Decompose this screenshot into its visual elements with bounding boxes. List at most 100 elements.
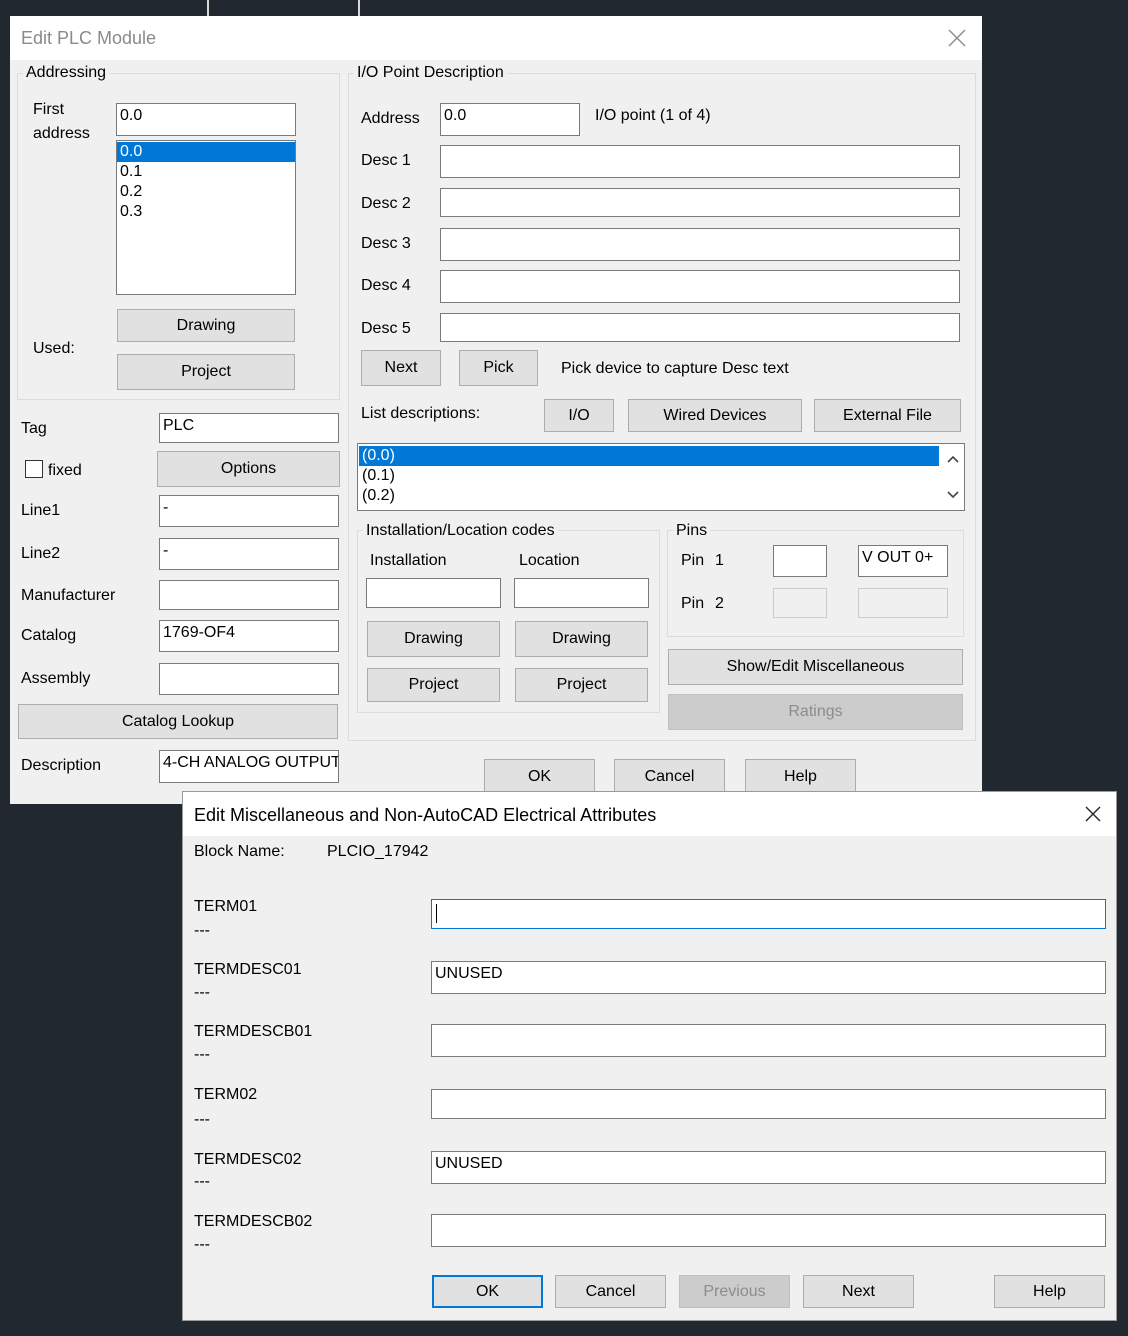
close-icon[interactable] bbox=[947, 28, 967, 48]
attribute-sub: --- bbox=[194, 1173, 210, 1190]
attribute-sub: --- bbox=[194, 984, 210, 1001]
description-list-item[interactable]: (0.1) bbox=[359, 466, 964, 486]
installation-input[interactable] bbox=[366, 578, 501, 608]
pin2-label: Pin bbox=[681, 595, 705, 612]
attribute-value-input[interactable]: UNUSED bbox=[431, 961, 1106, 994]
installation-label: Installation bbox=[370, 552, 447, 569]
plc-cancel-button[interactable]: Cancel bbox=[614, 759, 725, 795]
desc3-input[interactable] bbox=[440, 228, 960, 261]
desc1-input[interactable] bbox=[440, 145, 960, 178]
description-list-item[interactable]: (0.0) bbox=[359, 446, 939, 466]
misc-help-button[interactable]: Help bbox=[994, 1275, 1105, 1308]
desc4-label: Desc 4 bbox=[361, 277, 411, 294]
address-list-item[interactable]: 0.2 bbox=[117, 182, 295, 202]
title-bar: Edit Miscellaneous and Non-AutoCAD Elect… bbox=[183, 792, 1116, 836]
desc5-input[interactable] bbox=[440, 313, 960, 342]
manufacturer-input[interactable] bbox=[159, 580, 339, 610]
show-edit-miscellaneous-button[interactable]: Show/Edit Miscellaneous bbox=[668, 649, 963, 685]
pins-group-label: Pins bbox=[673, 522, 711, 540]
attribute-value-input[interactable]: UNUSED bbox=[431, 1151, 1106, 1184]
installation-drawing-button[interactable]: Drawing bbox=[367, 621, 500, 657]
first-address-input[interactable]: 0.0 bbox=[116, 103, 296, 136]
attribute-name: TERM02 bbox=[194, 1086, 258, 1103]
plc-help-button[interactable]: Help bbox=[745, 759, 856, 795]
attribute-value-input[interactable] bbox=[431, 1214, 1106, 1247]
catalog-lookup-button[interactable]: Catalog Lookup bbox=[18, 704, 338, 739]
plc-ok-button[interactable]: OK bbox=[484, 759, 595, 795]
desc2-input[interactable] bbox=[440, 188, 960, 217]
options-button[interactable]: Options bbox=[157, 451, 340, 487]
pin2-input bbox=[773, 588, 827, 618]
installation-location-label: Installation/Location codes bbox=[363, 522, 558, 540]
used-project-button[interactable]: Project bbox=[117, 354, 295, 390]
block-name-value: PLCIO_17942 bbox=[327, 843, 429, 860]
description-input[interactable]: 4-CH ANALOG OUTPUT bbox=[159, 750, 339, 783]
pin1-number: 1 bbox=[715, 552, 724, 569]
location-project-button[interactable]: Project bbox=[515, 668, 648, 702]
pin2-desc-input bbox=[858, 588, 948, 618]
io-address-input[interactable]: 0.0 bbox=[440, 103, 580, 136]
misc-cancel-button[interactable]: Cancel bbox=[555, 1275, 666, 1308]
pin1-label: Pin bbox=[681, 552, 705, 569]
dialog-title: Edit Miscellaneous and Non-AutoCAD Elect… bbox=[194, 805, 657, 825]
close-icon[interactable] bbox=[1083, 804, 1103, 824]
attribute-name: TERMDESCB02 bbox=[194, 1213, 313, 1230]
installation-project-button[interactable]: Project bbox=[367, 668, 500, 702]
location-drawing-button[interactable]: Drawing bbox=[515, 621, 648, 657]
line1-input[interactable]: - bbox=[159, 495, 339, 527]
address-list-item[interactable]: 0.3 bbox=[117, 202, 295, 222]
assembly-input[interactable] bbox=[159, 663, 339, 695]
attribute-value-input[interactable] bbox=[431, 1024, 1106, 1057]
misc-next-button[interactable]: Next bbox=[803, 1275, 914, 1308]
attribute-name: TERMDESC02 bbox=[194, 1151, 302, 1168]
scroll-up-icon[interactable] bbox=[945, 451, 961, 467]
cad-line bbox=[207, 0, 209, 16]
scroll-down-icon[interactable] bbox=[945, 487, 961, 503]
description-listbox[interactable]: (0.0) (0.1) (0.2) bbox=[357, 443, 965, 511]
attribute-sub: --- bbox=[194, 1111, 210, 1128]
pin1-desc-input[interactable]: V OUT 0+ bbox=[858, 545, 948, 577]
fixed-checkbox[interactable] bbox=[25, 460, 43, 478]
next-desc-button[interactable]: Next bbox=[361, 350, 441, 386]
cad-line bbox=[358, 0, 360, 16]
first-address-label-2: address bbox=[33, 125, 90, 142]
external-file-button[interactable]: External File bbox=[814, 399, 961, 432]
pin2-number: 2 bbox=[715, 595, 724, 612]
desc5-label: Desc 5 bbox=[361, 320, 411, 337]
description-list-item[interactable]: (0.2) bbox=[359, 486, 964, 506]
text-cursor bbox=[436, 904, 437, 923]
pick-button[interactable]: Pick bbox=[459, 350, 538, 386]
attribute-sub: --- bbox=[194, 1236, 210, 1253]
line2-input[interactable]: - bbox=[159, 538, 339, 570]
catalog-label: Catalog bbox=[21, 627, 77, 644]
desc3-label: Desc 3 bbox=[361, 235, 411, 252]
catalog-input[interactable]: 1769-OF4 bbox=[159, 620, 339, 652]
pick-hint: Pick device to capture Desc text bbox=[561, 360, 789, 377]
first-address-label-1: First bbox=[33, 101, 65, 118]
fixed-label: fixed bbox=[48, 462, 82, 479]
location-input[interactable] bbox=[514, 578, 649, 608]
used-label: Used: bbox=[33, 340, 75, 357]
line2-label: Line2 bbox=[21, 545, 61, 562]
misc-previous-button: Previous bbox=[679, 1275, 790, 1308]
pin1-input[interactable] bbox=[773, 545, 827, 577]
wired-devices-button[interactable]: Wired Devices bbox=[628, 399, 802, 432]
manufacturer-label: Manufacturer bbox=[21, 587, 116, 604]
attribute-name: TERM01 bbox=[194, 898, 258, 915]
io-point-count: I/O point (1 of 4) bbox=[595, 107, 711, 124]
attribute-value-input[interactable] bbox=[431, 1089, 1106, 1119]
tag-input[interactable]: PLC bbox=[159, 413, 339, 443]
line1-label: Line1 bbox=[21, 502, 61, 519]
attribute-value-input[interactable] bbox=[431, 899, 1106, 929]
address-list-item[interactable]: 0.0 bbox=[117, 142, 295, 162]
addressing-group-label: Addressing bbox=[23, 64, 110, 82]
io-list-button[interactable]: I/O bbox=[544, 399, 614, 432]
address-list-item[interactable]: 0.1 bbox=[117, 162, 295, 182]
used-drawing-button[interactable]: Drawing bbox=[117, 309, 295, 342]
misc-ok-button[interactable]: OK bbox=[432, 1275, 543, 1308]
list-descriptions-label: List descriptions: bbox=[361, 405, 481, 422]
desc4-input[interactable] bbox=[440, 270, 960, 303]
edit-miscellaneous-dialog: Edit Miscellaneous and Non-AutoCAD Elect… bbox=[182, 791, 1117, 1321]
address-listbox[interactable]: 0.0 0.1 0.2 0.3 bbox=[116, 140, 296, 295]
attribute-sub: --- bbox=[194, 922, 210, 939]
